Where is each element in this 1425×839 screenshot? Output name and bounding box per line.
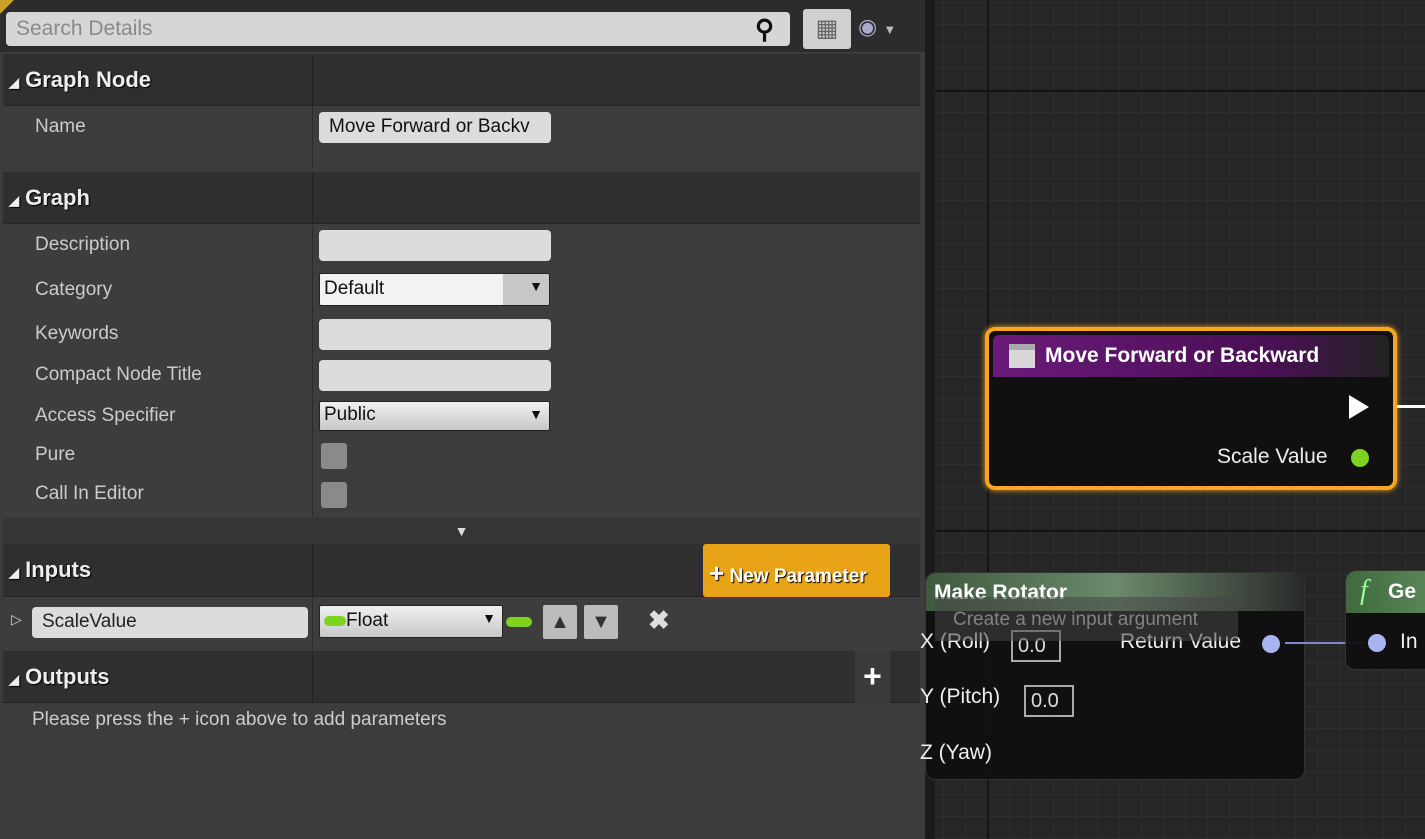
scale-value-pin-label: Scale Value: [1217, 445, 1328, 468]
move-down-button[interactable]: ▼: [584, 605, 618, 639]
move-up-button[interactable]: ▲: [543, 605, 577, 639]
category-value: Default: [324, 278, 385, 299]
struct-pin-icon[interactable]: [1262, 635, 1280, 653]
search-input[interactable]: Search Details: [6, 12, 790, 46]
property-matrix-button[interactable]: ▦: [803, 9, 851, 49]
category-dropdown[interactable]: Default ▼: [319, 273, 550, 306]
chevron-down-icon: ▼: [883, 22, 897, 37]
node-title: Ge: [1388, 580, 1417, 603]
section-title: Outputs: [25, 664, 110, 689]
section-graph[interactable]: ◢ Graph: [3, 172, 920, 224]
outputs-hint: Please press the + icon above to add par…: [32, 709, 447, 730]
blueprint-graph-canvas[interactable]: Move Forward or Backward Scale Value Mak…: [920, 0, 1425, 839]
function-icon: f: [1360, 575, 1368, 606]
category-label: Category: [35, 279, 113, 300]
close-icon: ✖: [648, 605, 670, 635]
pure-label: Pure: [35, 444, 76, 465]
compact-title-label: Compact Node Title: [35, 364, 202, 385]
description-field[interactable]: [319, 230, 551, 261]
keywords-field[interactable]: [319, 319, 551, 350]
yaw-pin-label: Z (Yaw): [920, 741, 992, 764]
row-name: Name Move Forward or Backv: [3, 106, 920, 167]
param-type-value: Float: [346, 610, 389, 631]
collapse-icon: ◢: [9, 565, 19, 580]
advanced-expander[interactable]: ▼: [3, 518, 920, 544]
access-specifier-dropdown[interactable]: Public ▼: [319, 401, 550, 431]
name-label: Name: [35, 116, 86, 137]
pin-type-icon[interactable]: [506, 617, 532, 627]
collapse-icon: ◢: [9, 193, 19, 208]
graph-rows: Description Category Default ▼ Keywords C…: [3, 225, 920, 517]
float-pin-icon[interactable]: [1351, 449, 1369, 467]
chevron-down-icon: ▼: [482, 610, 496, 626]
struct-pin-icon[interactable]: [1368, 634, 1386, 652]
access-specifier-label: Access Specifier: [35, 405, 176, 426]
event-icon: [1009, 344, 1035, 368]
chevron-down-icon: ▼: [529, 278, 543, 294]
section-title: Graph Node: [25, 67, 152, 92]
section-graph-node[interactable]: ◢ Graph Node: [3, 54, 920, 106]
details-panel: Search Details ⚲ ▦ ◉ ▼ ◢ Graph Node Name…: [0, 0, 925, 839]
chevron-down-icon: ▼: [529, 406, 543, 422]
param-name-field[interactable]: ScaleValue: [32, 607, 308, 638]
description-label: Description: [35, 234, 131, 255]
search-icon: ⚲: [755, 14, 775, 44]
exec-wire: [1397, 405, 1425, 408]
compact-title-field[interactable]: [319, 360, 551, 391]
pitch-pin-label: Y (Pitch): [920, 685, 1001, 708]
remove-param-button[interactable]: ✖: [648, 605, 670, 636]
pitch-input[interactable]: 0.0: [1024, 685, 1074, 717]
arrow-down-icon: ▼: [591, 611, 611, 633]
event-node-title: Move Forward or Backward: [1045, 344, 1320, 367]
name-field[interactable]: Move Forward or Backv: [319, 112, 551, 143]
add-output-button[interactable]: +: [855, 651, 890, 703]
section-outputs[interactable]: ◢ Outputs +: [3, 651, 920, 703]
event-node-header: Move Forward or Backward: [993, 335, 1389, 377]
in-pin-label: In: [1400, 630, 1418, 653]
plus-icon: +: [863, 658, 882, 694]
expand-arrow-icon: ▼: [454, 523, 469, 539]
keywords-label: Keywords: [35, 323, 119, 344]
exec-pin-icon[interactable]: [1349, 395, 1369, 419]
call-in-editor-checkbox[interactable]: [321, 482, 347, 508]
function-node[interactable]: f Ge In: [1345, 570, 1425, 670]
event-node[interactable]: Move Forward or Backward Scale Value: [985, 327, 1397, 490]
pure-checkbox[interactable]: [321, 443, 347, 469]
param-row: ▷ ScaleValue Float ▼ ▲ ▼ ✖: [3, 597, 920, 649]
new-parameter-label: New Parameter: [729, 566, 867, 587]
eye-icon: ◉: [858, 14, 878, 39]
collapse-icon: ◢: [9, 75, 19, 90]
expand-icon[interactable]: ▷: [11, 611, 22, 628]
tooltip: Create a new input argument: [935, 597, 1238, 641]
float-pin-icon: [324, 615, 346, 626]
collapse-icon: ◢: [9, 672, 19, 687]
param-type-dropdown[interactable]: Float ▼: [319, 605, 503, 638]
call-in-editor-label: Call In Editor: [35, 483, 144, 504]
arrow-up-icon: ▲: [550, 611, 570, 633]
node-header: f Ge: [1346, 571, 1425, 613]
section-title: Inputs: [25, 557, 92, 582]
section-title: Graph: [25, 185, 90, 210]
new-parameter-button[interactable]: + New Parameter: [703, 544, 890, 597]
access-value: Public: [324, 404, 376, 425]
section-inputs[interactable]: ◢ Inputs + New Parameter: [3, 544, 920, 597]
plus-icon: +: [709, 558, 725, 588]
view-options-button[interactable]: ◉ ▼: [858, 14, 916, 46]
